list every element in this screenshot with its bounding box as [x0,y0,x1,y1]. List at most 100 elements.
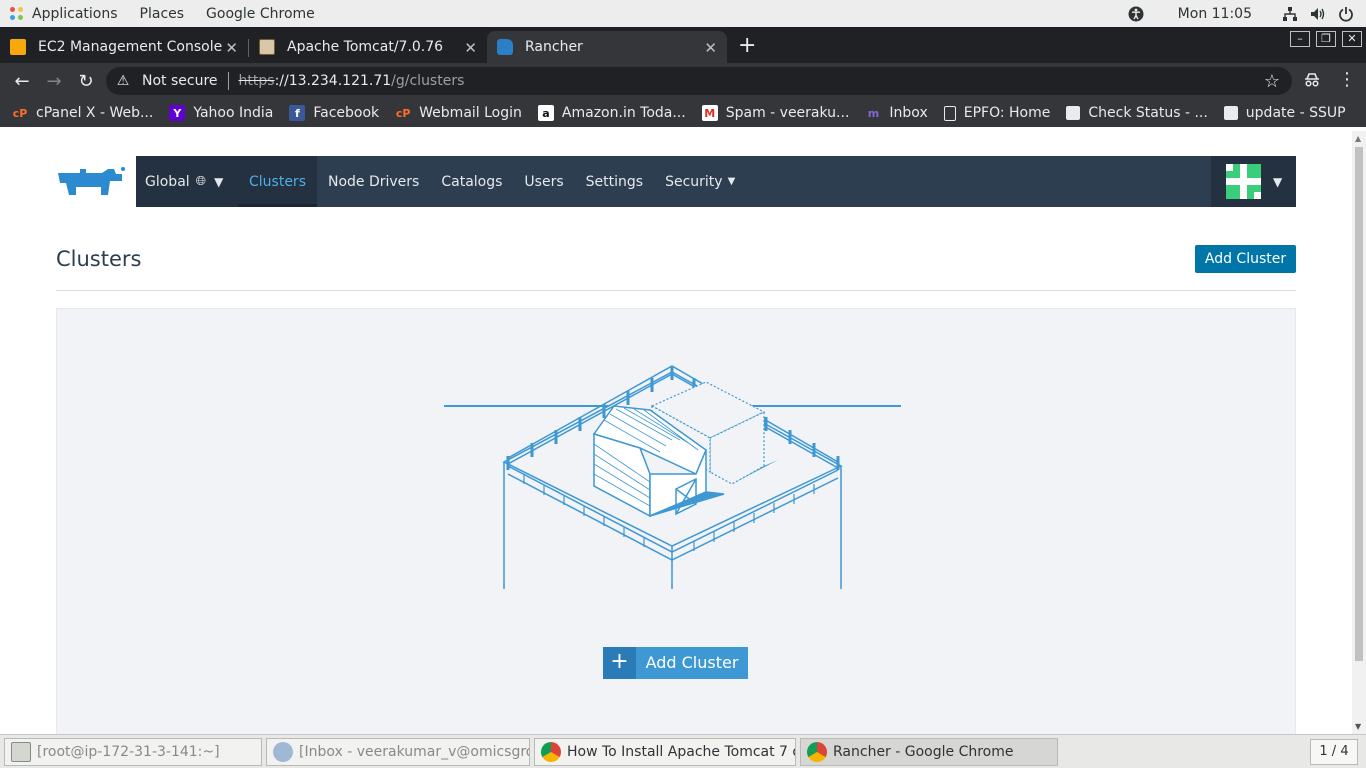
divider [56,290,1296,291]
bookmark-ssup[interactable]: update - SSUP [1223,105,1346,121]
nav-users[interactable]: Users [513,156,574,207]
nav-settings[interactable]: Settings [575,156,654,207]
workspace-pager[interactable]: 1 / 4 [1310,739,1358,765]
task-label: How To Install Apache Tomcat 7 on... [567,744,795,760]
incognito-icon[interactable] [1303,71,1321,93]
bookmark-yahoo[interactable]: Y Yahoo India [169,105,273,121]
minimize-icon[interactable]: – [1290,31,1310,47]
plus-icon: + [603,647,636,679]
nav-label: Node Drivers [327,173,420,190]
cpanel-icon: cP [395,106,411,120]
chevron-down-icon: ▼ [214,174,224,189]
chrome-toolbar: ← → ↻ ⚠ Not secure https://13.234.121.71… [0,63,1366,99]
new-tab-button[interactable]: + [738,33,756,58]
bookmark-check-status[interactable]: Check Status - ... [1066,105,1208,121]
task-terminal[interactable]: [root@ip-172-31-3-141:~] [4,738,262,766]
task-chrome-rancher[interactable]: Rancher - Google Chrome [800,738,1058,766]
bookmark-label: cPanel X - Web... [36,105,154,121]
nav-label: Catalogs [441,173,503,190]
bookmark-amazon[interactable]: a Amazon.in Toda... [537,105,686,121]
back-icon[interactable]: ← [12,71,32,92]
task-thunderbird[interactable]: [Inbox - veerakumar_v@omicsgroup... [266,738,530,766]
clock[interactable]: Mon 11:05 [1178,6,1252,22]
nav-label: Security [665,173,723,190]
nav-clusters[interactable]: Clusters [238,156,317,207]
bookmark-label: Facebook [313,105,380,121]
bookmark-webmail[interactable]: cP Webmail Login [395,105,522,121]
user-menu[interactable]: ▼ [1211,156,1296,207]
mail-icon: m [867,106,880,120]
nav-catalogs[interactable]: Catalogs [430,156,513,207]
accessibility-icon[interactable] [1128,6,1144,22]
rancher-nav: Global 🌐︎ ▼ Clusters Node Drivers Catalo… [136,156,1296,207]
app-menu-google-chrome[interactable]: Google Chrome [206,6,315,22]
network-icon[interactable] [1282,6,1298,22]
bookmark-cpanel[interactable]: cP cPanel X - Web... [12,105,154,121]
scroll-down-icon[interactable]: ▼ [1355,722,1361,731]
add-cluster-button[interactable]: Add Cluster [1195,245,1296,273]
close-icon[interactable]: ✕ [464,39,477,57]
reload-icon[interactable]: ↻ [76,71,96,92]
applications-menu[interactable]: Applications [32,6,118,22]
scrollbar-thumb[interactable] [1355,147,1363,661]
address-bar[interactable]: ⚠ Not secure https://13.234.121.71/g/clu… [106,67,1292,95]
places-menu[interactable]: Places [140,6,185,22]
page-viewport: Global 🌐︎ ▼ Clusters Node Drivers Catalo… [0,131,1352,734]
url-text[interactable]: https://13.234.121.71/g/clusters [239,73,465,89]
bookmark-epfo[interactable]: EPFO: Home [943,105,1050,121]
bookmark-label: Webmail Login [419,105,522,121]
globe-icon: 🌐︎ [195,174,207,189]
gnome-top-bar: Applications Places Google Chrome Mon 11… [0,0,1366,27]
omnibox-divider [227,72,229,90]
bookmark-spam[interactable]: M Spam - veeraku... [701,105,850,121]
tab-tomcat[interactable]: Apache Tomcat/7.0.76 ✕ [249,31,487,63]
scroll-up-icon[interactable]: ▲ [1355,134,1361,143]
tab-ec2[interactable]: EC2 Management Console ✕ [0,31,248,63]
close-icon[interactable]: ✕ [704,39,717,57]
empty-state-panel: + Add Cluster [56,308,1296,734]
task-label: Rancher - Google Chrome [833,744,1014,760]
rancher-icon [497,39,513,55]
bookmark-facebook[interactable]: f Facebook [289,105,379,121]
power-icon[interactable] [1338,6,1354,22]
add-cluster-cta-button[interactable]: + Add Cluster [603,647,748,679]
avatar [1226,164,1261,199]
vertical-scrollbar[interactable]: ▲ ▼ [1352,131,1366,734]
security-label[interactable]: Not secure [142,73,218,89]
page-icon [943,105,956,121]
nav-security[interactable]: Security ▼ [654,156,746,207]
chrome-icon [807,742,827,762]
cpanel-icon: cP [12,106,28,120]
bookmark-label: Yahoo India [193,105,274,121]
nav-node-drivers[interactable]: Node Drivers [317,156,430,207]
gmail-icon: M [701,105,718,121]
tab-rancher[interactable]: Rancher ✕ [487,31,727,63]
chevron-down-icon: ▼ [727,176,736,187]
chevron-down-icon: ▼ [1273,174,1283,189]
nav-label: Settings [585,173,644,190]
nav-label: Clusters [249,173,306,190]
tab-title: Rancher [525,39,583,55]
tab-title: Apache Tomcat/7.0.76 [287,39,444,55]
close-icon[interactable]: ✕ [225,39,238,57]
bookmark-label: Spam - veeraku... [725,105,850,121]
tab-title: EC2 Management Console [38,39,223,55]
restore-icon[interactable]: ❐ [1316,31,1336,47]
scope-selector[interactable]: Global 🌐︎ ▼ [136,156,238,207]
forward-icon[interactable]: → [44,71,64,92]
task-label: [Inbox - veerakumar_v@omicsgroup... [299,744,529,760]
facebook-icon: f [289,105,306,121]
volume-icon[interactable] [1310,6,1326,22]
warning-icon[interactable]: ⚠ [114,73,132,89]
page-icon [1066,106,1081,120]
bookmark-inbox[interactable]: m Inbox [865,105,928,121]
more-menu-icon[interactable]: ⋮ [1338,69,1356,90]
url-scheme: https [238,73,275,89]
task-chrome-tomcat[interactable]: How To Install Apache Tomcat 7 on... [534,738,796,766]
thunderbird-icon [273,742,293,762]
gnome-apps-icon [10,6,24,21]
bookmark-star-icon[interactable]: ☆ [1264,71,1280,92]
window-close-icon[interactable]: ✕ [1342,31,1362,47]
bookmark-label: Inbox [889,105,928,121]
rancher-logo-icon[interactable] [56,165,126,199]
